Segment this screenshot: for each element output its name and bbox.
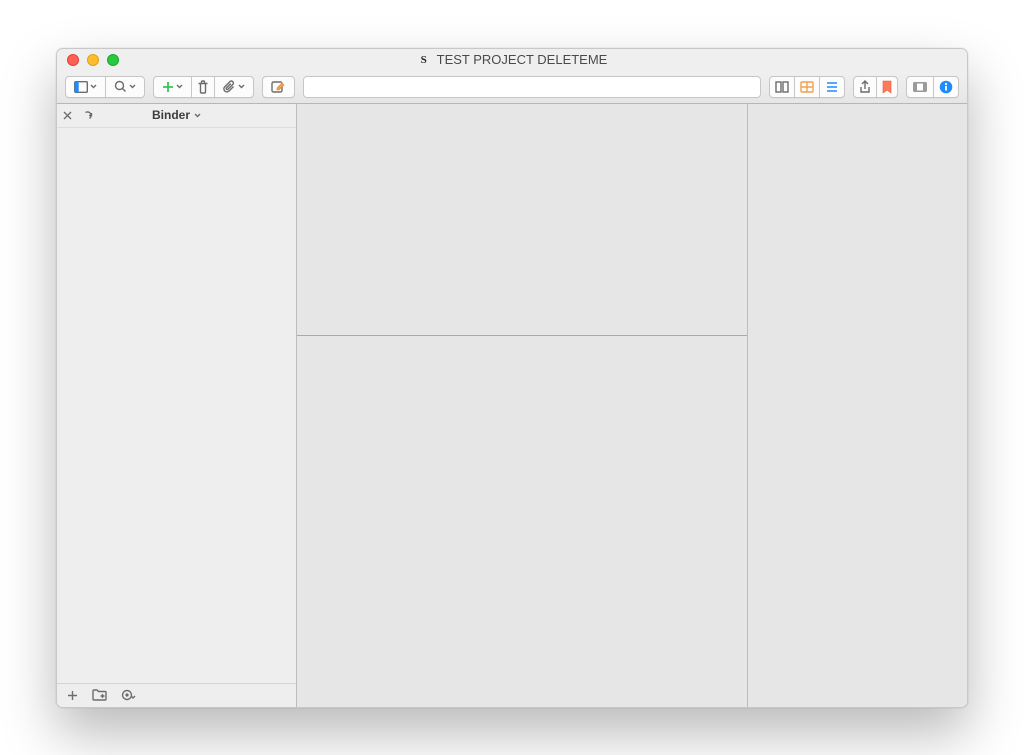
add-document-button[interactable] xyxy=(67,690,78,701)
chevron-down-icon xyxy=(90,84,97,89)
main-area xyxy=(297,104,967,707)
trash-icon xyxy=(197,80,209,94)
view-outliner-button[interactable] xyxy=(819,76,845,98)
share-icon xyxy=(859,80,871,94)
toolbar xyxy=(57,71,967,104)
compose-icon xyxy=(271,80,286,93)
window-title-text: TEST PROJECT DELETEME xyxy=(437,52,608,67)
binder-title-text: Binder xyxy=(152,108,190,122)
binder-footer xyxy=(57,683,296,707)
share-button[interactable] xyxy=(853,76,877,98)
outliner-icon xyxy=(825,81,839,93)
titlebar: S TEST PROJECT DELETEME xyxy=(57,49,967,71)
search-icon xyxy=(114,80,127,93)
search-input[interactable] xyxy=(303,76,761,98)
paperclip-icon xyxy=(223,80,236,94)
fullscreen-compose-icon xyxy=(912,81,928,93)
add-folder-button[interactable] xyxy=(92,689,107,701)
binder-header: Binder xyxy=(57,104,296,128)
binder-sidebar: Binder xyxy=(57,104,297,707)
compose-mode-button[interactable] xyxy=(906,76,934,98)
compose-button[interactable] xyxy=(262,76,295,98)
inspector-toggle-button[interactable] xyxy=(933,76,959,98)
layout-panels-icon xyxy=(74,81,88,93)
plus-icon xyxy=(162,81,174,93)
chevron-down-icon xyxy=(238,84,245,89)
binder-action-menu[interactable] xyxy=(121,689,137,702)
window-body: Binder xyxy=(57,104,967,707)
view-corkboard-button[interactable] xyxy=(794,76,820,98)
chevron-down-icon xyxy=(176,84,183,89)
inspector-pane[interactable] xyxy=(747,104,967,707)
attach-button[interactable] xyxy=(214,76,254,98)
chevron-down-icon xyxy=(129,84,136,89)
editor-pane-top[interactable] xyxy=(297,104,747,336)
add-item-button[interactable] xyxy=(153,76,192,98)
view-document-button[interactable] xyxy=(769,76,795,98)
window-title: S TEST PROJECT DELETEME xyxy=(57,52,967,67)
editor-pane-bottom[interactable] xyxy=(297,336,747,707)
app-window: S TEST PROJECT DELETEME xyxy=(56,48,968,708)
bookmark-button[interactable] xyxy=(876,76,898,98)
binder-title[interactable]: Binder xyxy=(57,108,296,122)
view-layout-button[interactable] xyxy=(65,76,106,98)
trash-button[interactable] xyxy=(191,76,215,98)
bookmark-icon xyxy=(882,80,892,94)
scrivenings-icon xyxy=(775,81,789,93)
scrivener-app-icon: S xyxy=(417,53,431,67)
binder-tree[interactable] xyxy=(57,128,296,683)
chevron-down-icon xyxy=(194,113,201,118)
corkboard-icon xyxy=(800,81,814,93)
search-menu-button[interactable] xyxy=(105,76,145,98)
editor-column xyxy=(297,104,747,707)
info-icon xyxy=(939,80,953,94)
